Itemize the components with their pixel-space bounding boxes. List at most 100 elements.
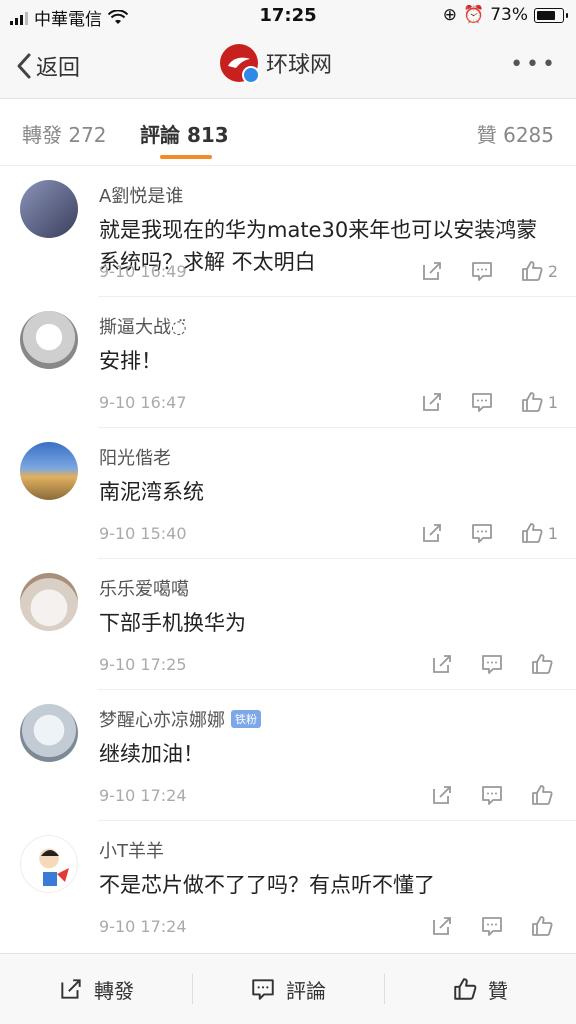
like-count: 1	[547, 523, 558, 543]
alarm-icon: ⏰	[463, 5, 485, 25]
share-icon	[422, 262, 441, 280]
thumbs-up-icon	[532, 785, 553, 805]
comment-list[interactable]: A劉悦是谁 就是我现在的华为mate30来年也可以安装鸿蒙系统吗？求解 不太明白…	[0, 166, 576, 954]
share-icon	[433, 917, 451, 935]
comment-icon	[471, 393, 492, 412]
comment-text: 不是芯片做不了了吗？有点听不懂了	[99, 873, 435, 897]
page-title[interactable]: 环球网	[220, 44, 333, 84]
comment-time: 9-10 17:25	[99, 655, 187, 674]
comment-icon	[252, 979, 274, 1000]
comment-time: 9-10 16:49	[99, 262, 187, 281]
thumbs-up-icon	[454, 978, 477, 1000]
tab-indicator	[160, 155, 212, 159]
commenter-name[interactable]: A劉悦是谁	[99, 182, 183, 208]
reply-button[interactable]	[470, 259, 494, 283]
chevron-left-icon	[17, 53, 31, 79]
comment-item: 撕逼大战◌̈ 安排！ 9-10 16:47 1	[0, 297, 576, 428]
verified-icon	[242, 66, 260, 84]
commenter-name[interactable]: 梦醒心亦凉娜娜 铁粉	[99, 706, 261, 732]
reply-button[interactable]	[480, 914, 504, 938]
comment-time: 9-10 16:47	[99, 393, 187, 412]
cartoon-avatar-icon	[41, 850, 69, 886]
like-label: 贊	[488, 978, 508, 1003]
comment-icon	[471, 262, 492, 281]
comment-time: 9-10 17:24	[99, 917, 187, 936]
like-button[interactable]: 1	[520, 390, 558, 414]
reply-button[interactable]	[480, 652, 504, 676]
commenter-name[interactable]: 撕逼大战◌̈	[99, 313, 187, 339]
share-icon	[422, 393, 441, 411]
commenter-name[interactable]: 乐乐爱噶噶	[99, 575, 189, 601]
reply-button[interactable]	[470, 390, 494, 414]
avatar[interactable]	[20, 835, 78, 893]
thumbs-up-icon	[521, 523, 543, 543]
like-button[interactable]: 2	[520, 259, 558, 283]
like-button[interactable]	[530, 652, 558, 676]
share-icon	[433, 655, 451, 673]
like-button[interactable]	[530, 914, 558, 938]
share-button[interactable]	[420, 259, 444, 283]
nav-bar: 返回 环球网 •••	[0, 32, 576, 99]
comment-item: 乐乐爱噶噶 下部手机换华为 9-10 17:25	[0, 559, 576, 690]
more-icon[interactable]: •••	[510, 52, 558, 77]
tab-like[interactable]: 贊 6285	[477, 119, 554, 148]
battery-percent: 73%	[490, 5, 528, 25]
like-count: 2	[547, 261, 558, 281]
comment-item: 阳光偕老 南泥湾系统 9-10 15:40 1	[0, 428, 576, 559]
commenter-name[interactable]: 阳光偕老	[99, 444, 171, 470]
share-button[interactable]	[430, 652, 454, 676]
thumbs-up-icon	[532, 916, 553, 936]
status-bar: 中華電信 17:25 ⊕ ⏰ 73%	[0, 0, 576, 32]
reply-button[interactable]	[470, 521, 494, 545]
share-icon	[433, 786, 451, 804]
comment-time: 9-10 15:40	[99, 524, 187, 543]
comment-item: 梦醒心亦凉娜娜 铁粉 继续加油！ 9-10 17:24	[0, 690, 576, 821]
share-icon	[61, 979, 81, 999]
share-button[interactable]	[420, 521, 444, 545]
back-button[interactable]: 返回	[16, 50, 80, 82]
commenter-name[interactable]: 小T羊羊	[99, 837, 164, 863]
comment-icon	[482, 655, 502, 674]
share-button[interactable]	[420, 390, 444, 414]
comment-text: 安排！	[99, 349, 162, 373]
account-avatar	[220, 44, 260, 84]
comment-text: 继续加油！	[99, 742, 204, 766]
avatar[interactable]	[20, 180, 78, 238]
like-button[interactable]: 贊	[384, 954, 576, 1024]
repost-button[interactable]: 轉發	[0, 954, 192, 1024]
tab-comment[interactable]: 評論 813	[140, 119, 229, 148]
avatar[interactable]	[20, 573, 78, 631]
comment-text: 下部手机换华为	[99, 611, 246, 635]
fan-badge: 铁粉	[231, 710, 261, 728]
comment-item: A劉悦是谁 就是我现在的华为mate30来年也可以安装鸿蒙系统吗？求解 不太明白…	[0, 166, 576, 297]
comment-icon	[482, 786, 502, 805]
comment-item: 小T羊羊 不是芯片做不了了吗？有点听不懂了 9-10 17:24	[0, 821, 576, 952]
battery-fill	[537, 10, 555, 20]
tab-repost[interactable]: 轉發 272	[22, 119, 107, 148]
thumbs-up-icon	[521, 392, 543, 412]
share-icon	[422, 524, 441, 542]
comment-text: 南泥湾系统	[99, 480, 204, 504]
like-button[interactable]: 1	[520, 521, 558, 545]
comment-icon	[471, 524, 492, 543]
thumbs-up-icon	[521, 261, 543, 281]
comment-time: 9-10 17:24	[99, 786, 187, 805]
share-button[interactable]	[430, 914, 454, 938]
bottom-action-bar: 轉發 評論 贊	[0, 953, 576, 1024]
tab-bar: 轉發 272 評論 813 贊 6285	[0, 99, 576, 166]
share-button[interactable]	[430, 783, 454, 807]
comment-button[interactable]: 評論	[192, 954, 384, 1024]
battery-icon	[534, 7, 568, 23]
avatar[interactable]	[20, 311, 78, 369]
like-button[interactable]	[530, 783, 558, 807]
avatar[interactable]	[20, 442, 78, 500]
reply-button[interactable]	[480, 783, 504, 807]
like-count: 1	[547, 392, 558, 412]
avatar[interactable]	[20, 704, 78, 762]
thumbs-up-icon	[532, 654, 553, 674]
comment-icon	[482, 917, 502, 936]
rotation-lock-icon: ⊕	[442, 5, 458, 25]
title-label: 环球网	[266, 53, 333, 78]
comment-label: 評論	[286, 978, 326, 1003]
repost-label: 轉發	[94, 978, 134, 1003]
